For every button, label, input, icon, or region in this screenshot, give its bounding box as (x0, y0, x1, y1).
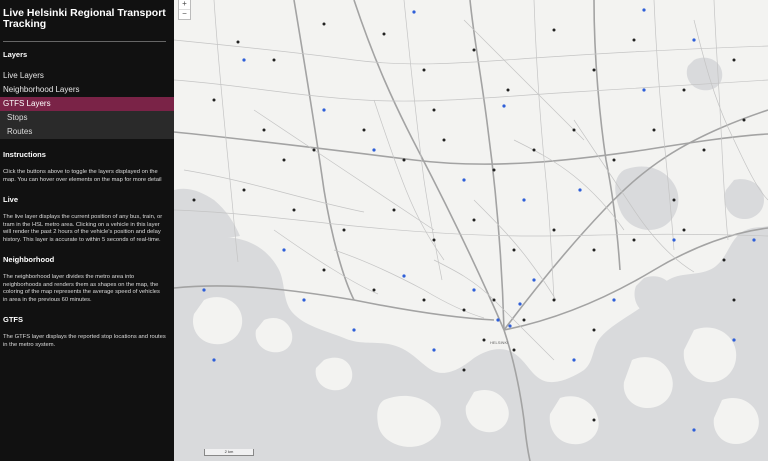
instructions-text: Click the buttons above to toggle the la… (3, 169, 162, 183)
gtfs-text: The GTFS layer displays the reported sto… (3, 334, 166, 348)
map-base: HELSINKI (174, 0, 768, 461)
live-text: The live layer displays the current posi… (3, 214, 163, 243)
neighborhood-heading: Neighborhood (3, 255, 55, 264)
zoom-controls: + − (178, 0, 191, 20)
instructions-heading: Instructions (3, 150, 46, 159)
app-title: Live Helsinki Regional Transport Trackin… (3, 7, 166, 30)
map-scale-bar: 2 km (204, 449, 254, 456)
live-heading: Live (3, 195, 19, 204)
gtfs-heading: GTFS (3, 315, 23, 324)
city-label: HELSINKI (490, 340, 508, 345)
layer-button-gtfs[interactable]: GTFS Layers (0, 97, 174, 111)
layers-heading: Layers (3, 50, 28, 59)
layer-button-live[interactable]: Live Layers (0, 69, 174, 83)
map-canvas[interactable]: HELSINKI + − 2 km (174, 0, 768, 461)
layers-menu: Live Layers Neighborhood Layers GTFS Lay… (0, 69, 174, 139)
sidebar: Live Helsinki Regional Transport Trackin… (0, 0, 174, 461)
layer-button-neighborhood[interactable]: Neighborhood Layers (0, 83, 174, 97)
zoom-out-button[interactable]: − (179, 10, 190, 19)
neighborhood-text: The neighborhood layer divides the metro… (3, 274, 160, 303)
layer-button-routes[interactable]: Routes (0, 125, 174, 139)
divider (3, 41, 166, 42)
layer-button-stops[interactable]: Stops (0, 111, 174, 125)
